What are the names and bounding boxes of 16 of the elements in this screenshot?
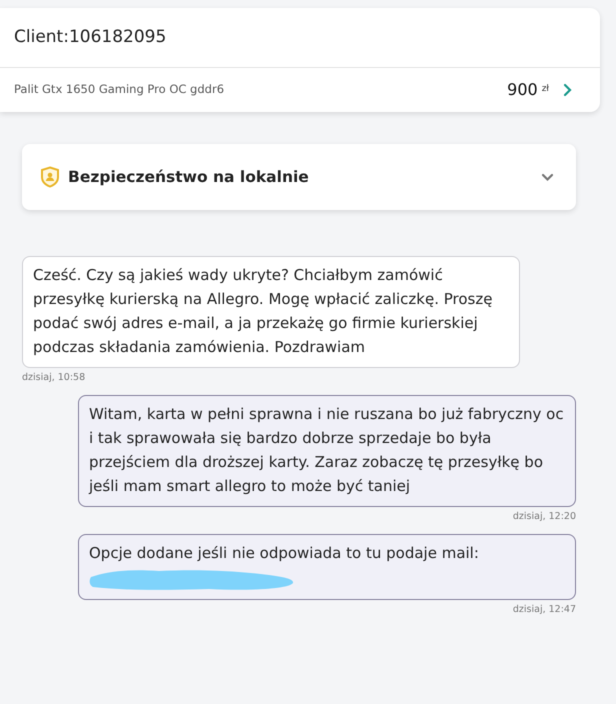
message-time: dzisiaj, 10:58: [22, 372, 86, 383]
safety-panel[interactable]: Bezpieczeństwo na lokalnie: [22, 144, 576, 210]
offer-row[interactable]: Palit Gtx 1650 Gaming Pro OC gddr6 900 zł: [0, 68, 600, 112]
message-text: Witam, karta w pełni sprawna i nie ruszana bo już fabryczny oc i tak sprawowała się bardzo dobrze sprzedaje bo była przejściem dla droższej karty. Zaraz zobaczę tę przesyłkę bo jeśli mam smart allegro to może być taniej: [89, 405, 564, 495]
chevron-right-icon[interactable]: [563, 82, 572, 96]
currency: zł: [542, 82, 549, 96]
shield-icon: [40, 166, 60, 188]
product-name: Palit Gtx 1650 Gaming Pro OC gddr6: [14, 80, 226, 98]
chevron-down-icon[interactable]: [541, 172, 554, 182]
message-time: dzisiaj, 12:20: [512, 511, 576, 522]
price: 900: [507, 78, 538, 100]
chat-title: Client:106182095: [14, 27, 166, 47]
message-text: Cześć. Czy są jakieś wady ukryte? Chciałbym zamówić przesyłkę kurierską na Allegro. Mogę wpłacić zaliczkę. Proszę podać swój adres e-mail, a ja przekażę go firmie kurierskiej podczas składania zamówienia. Pozdrawiam: [33, 266, 492, 356]
message-text: Opcje dodane jeśli nie odpowiada to tu podaje mail:: [89, 544, 479, 562]
safety-title: Bezpieczeństwo na lokalnie: [68, 166, 310, 188]
message-time: dzisiaj, 12:47: [512, 604, 576, 616]
